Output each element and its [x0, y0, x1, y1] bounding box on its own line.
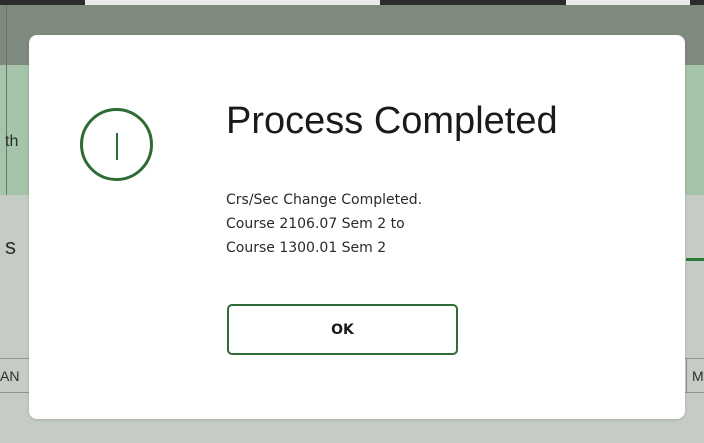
- dialog-message-line: Course 1300.01 Sem 2: [226, 240, 387, 256]
- ok-button[interactable]: OK: [227, 304, 458, 355]
- background-accent-line: [686, 258, 704, 261]
- background-divider: [6, 5, 7, 195]
- info-icon-stroke: [116, 133, 118, 160]
- dialog-message-line: Course 2106.07 Sem 2 to: [226, 216, 405, 232]
- info-icon: [80, 108, 153, 181]
- background-text: M: [692, 368, 704, 384]
- process-completed-dialog: Process Completed Crs/Sec Change Complet…: [29, 35, 685, 419]
- dialog-title: Process Completed: [226, 100, 558, 142]
- background-text: th: [5, 133, 19, 150]
- background-text: s: [5, 234, 16, 259]
- dialog-message-line: Crs/Sec Change Completed.: [226, 192, 423, 208]
- background-text: AN: [0, 368, 20, 384]
- dialog-message: Crs/Sec Change Completed. Course 2106.07…: [226, 188, 422, 260]
